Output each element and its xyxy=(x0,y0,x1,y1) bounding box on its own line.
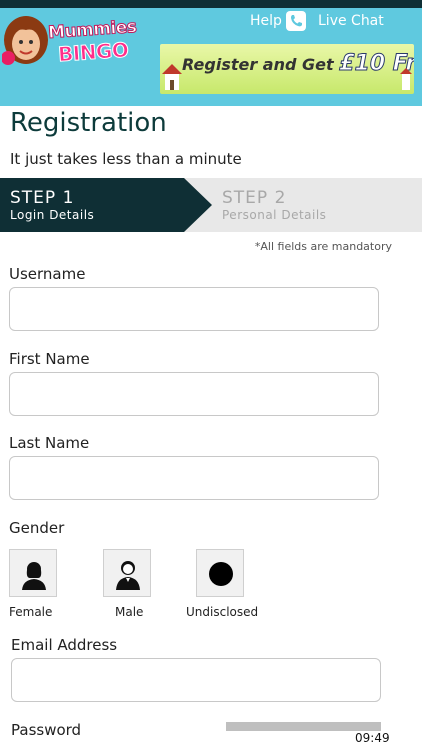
gender-undisclosed-label: Undisclosed xyxy=(186,605,259,619)
female-user-icon xyxy=(22,562,46,590)
live-chat-link[interactable]: Live Chat xyxy=(318,13,384,29)
site-header: Mummies BINGO Help Live Chat Register an… xyxy=(0,8,422,106)
logo-text-line2: BINGO xyxy=(57,37,130,67)
gender-label: Gender xyxy=(9,519,65,537)
step-2-number: STEP 2 xyxy=(222,188,287,208)
first-name-input[interactable] xyxy=(9,372,379,416)
help-link[interactable]: Help xyxy=(250,13,282,29)
circle-icon xyxy=(209,562,233,586)
page-title: Registration xyxy=(10,108,167,138)
last-name-input[interactable] xyxy=(9,456,379,500)
email-input[interactable] xyxy=(11,658,381,702)
first-name-label: First Name xyxy=(9,350,90,368)
gender-female-label: Female xyxy=(9,605,53,619)
male-user-icon xyxy=(116,561,140,590)
step-1-number: STEP 1 xyxy=(10,188,75,208)
gender-male-label: Male xyxy=(115,605,144,619)
username-label: Username xyxy=(9,265,86,283)
step-1-label: Login Details xyxy=(10,208,95,222)
gender-undisclosed-option[interactable] xyxy=(196,549,244,597)
mandatory-note: *All fields are mandatory xyxy=(254,240,392,253)
mummies-bingo-logo[interactable]: Mummies BINGO xyxy=(2,14,138,76)
house-icon xyxy=(400,68,412,90)
page-subtitle: It just takes less than a minute xyxy=(10,150,242,168)
logo-mascot-icon xyxy=(2,16,48,65)
password-label: Password xyxy=(11,721,82,739)
top-strip xyxy=(0,0,422,8)
house-icon xyxy=(162,64,182,90)
phone-icon[interactable] xyxy=(286,11,306,31)
gender-male-option[interactable] xyxy=(103,549,151,597)
banner-headline: Register and Get xyxy=(182,55,334,74)
email-label: Email Address xyxy=(11,636,118,654)
register-promo-banner[interactable]: Register and Get £10 Free xyxy=(160,44,414,94)
step-2-label: Personal Details xyxy=(222,208,327,222)
last-name-label: Last Name xyxy=(9,434,90,452)
status-time: 09:49 xyxy=(355,731,390,745)
username-input[interactable] xyxy=(9,287,379,331)
gender-female-option[interactable] xyxy=(9,549,57,597)
step-progress: STEP 1 Login Details STEP 2 Personal Det… xyxy=(0,178,422,232)
password-strength-bar xyxy=(226,722,381,731)
banner-text: Register and Get £10 Free xyxy=(182,51,414,77)
